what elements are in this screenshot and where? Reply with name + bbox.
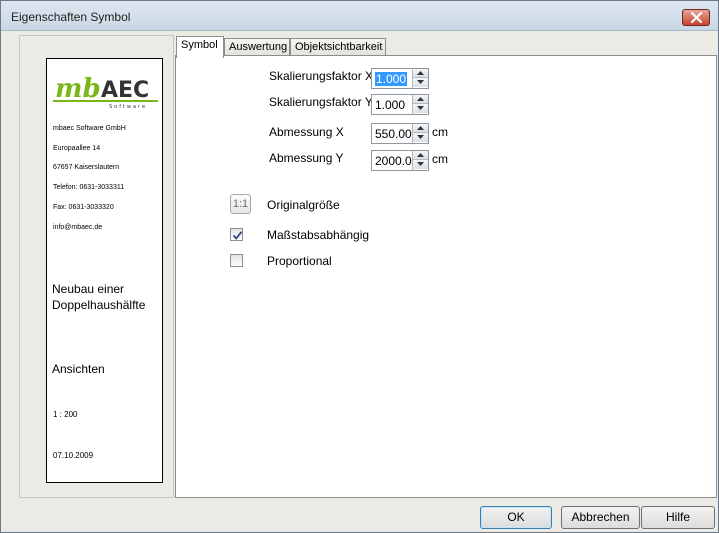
project-title-line2: Doppelhaushälfte [52,298,146,312]
scale-x-down-button[interactable] [413,78,428,87]
symbol-tab-panel: Skalierungsfaktor X 1.000 Skalierungsfak… [175,55,717,498]
arrow-down-icon [417,162,424,166]
dim-x-up-button[interactable] [413,124,428,133]
dim-y-unit: cm [432,152,448,166]
properties-dialog: Eigenschaften Symbol mb AEC Software mba… [0,0,719,533]
view-title: Ansichten [52,362,105,376]
address-company: mbaec Software GmbH [53,125,126,132]
scale-x-arrows [412,69,428,88]
dialog-body: mb AEC Software mbaec Software GmbH Euro… [9,32,717,532]
scale-x-label: Skalierungsfaktor X [269,69,374,83]
scale-dependent-label[interactable]: Maßstabsabhängig [267,228,369,242]
dim-y-up-button[interactable] [413,151,428,160]
address-phone: Telefon: 0631-3033311 [53,184,125,191]
close-button[interactable] [682,9,710,26]
tab-symbol[interactable]: Symbol [176,36,224,58]
scale-x-stepper[interactable]: 1.000 [371,68,429,89]
original-size-button[interactable]: 1:1 [230,194,251,214]
scale-y-value[interactable]: 1.000 [375,98,405,112]
svg-text:AEC: AEC [101,78,149,103]
dim-x-label: Abmessung X [269,125,344,139]
dim-y-down-button[interactable] [413,160,428,169]
dim-x-unit: cm [432,125,448,139]
scale-dependent-checkbox[interactable] [230,228,243,241]
ok-button[interactable]: OK [480,506,552,529]
help-button[interactable]: Hilfe [641,506,715,529]
original-size-label: Originalgröße [267,198,340,212]
close-icon [690,12,703,23]
arrow-down-icon [417,80,424,84]
proportional-label[interactable]: Proportional [267,254,332,268]
scale-x-value[interactable]: 1.000 [375,72,408,86]
arrow-down-icon [417,106,424,110]
svg-text:Software: Software [109,104,147,109]
tab-objektsichtbarkeit[interactable]: Objektsichtbarkeit [290,38,386,56]
scale-y-arrows [412,95,428,114]
scale-y-label: Skalierungsfaktor Y [269,95,373,109]
proportional-checkbox[interactable] [230,254,243,267]
checkmark-icon [232,231,243,240]
symbol-preview-frame: mb AEC Software mbaec Software GmbH Euro… [19,35,174,498]
dim-y-label: Abmessung Y [269,151,344,165]
scale-y-stepper[interactable]: 1.000 [371,94,429,115]
symbol-preview: mb AEC Software mbaec Software GmbH Euro… [46,58,163,483]
dim-x-arrows [412,124,428,143]
dim-y-arrows [412,151,428,170]
arrow-up-icon [417,126,424,130]
arrow-down-icon [417,135,424,139]
scale-y-up-button[interactable] [413,95,428,104]
address-fax: Fax: 0631-3033320 [53,204,114,211]
original-size-icon: 1:1 [232,198,249,210]
tab-auswertung[interactable]: Auswertung [224,38,290,56]
arrow-up-icon [417,97,424,101]
scale-text: 1 : 200 [53,410,78,419]
svg-text:mb: mb [55,74,101,104]
project-title-line1: Neubau einer [52,282,125,296]
arrow-up-icon [417,71,424,75]
mbaec-logo: mb AEC Software [53,74,158,109]
title-bar[interactable]: Eigenschaften Symbol [1,1,718,31]
address-city: 67657 Kaiserslautern [53,164,120,171]
address-street: Europaallee 14 [53,145,101,152]
window-title: Eigenschaften Symbol [11,10,131,24]
dim-x-down-button[interactable] [413,133,428,142]
dim-y-stepper[interactable]: 2000.00 [371,150,429,171]
scale-x-up-button[interactable] [413,69,428,78]
dim-x-stepper[interactable]: 550.000 [371,123,429,144]
address-email: info@mbaec.de [53,224,103,231]
scale-y-down-button[interactable] [413,104,428,113]
date-text: 07.10.2009 [53,451,94,460]
arrow-up-icon [417,153,424,157]
cancel-button[interactable]: Abbrechen [561,506,640,529]
